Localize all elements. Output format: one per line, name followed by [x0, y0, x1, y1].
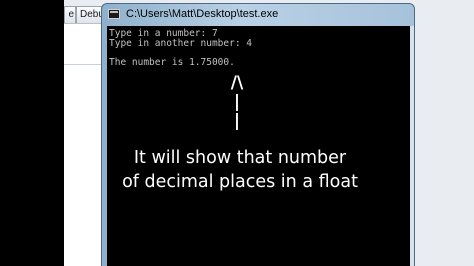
annotation-arrow: /\ | | [220, 74, 254, 131]
console-app-icon[interactable] [108, 9, 120, 19]
output-line-prompt-2: Type in another number: 4 [109, 37, 252, 49]
screenshot: e Debu C:\Users\Matt\Desktop\test.exe Ty… [0, 0, 474, 266]
ide-divider [64, 64, 104, 65]
console-window[interactable]: C:\Users\Matt\Desktop\test.exe Type in a… [101, 3, 415, 266]
output-line-result: The number is 1.75000. [109, 56, 235, 68]
annotation-caption: It will show that number of decimal plac… [90, 146, 390, 194]
caption-line-2: of decimal places in a float [122, 172, 358, 192]
ide-editor-pane [64, 23, 104, 266]
arrow-shaft-upper: | [233, 92, 241, 112]
arrow-shaft-lower: | [233, 111, 241, 131]
console-scrollbar[interactable] [410, 26, 414, 266]
arrow-head: /\ [230, 73, 244, 93]
console-output-text: Type in a number: 7 Type in another numb… [109, 29, 252, 67]
ide-tab-partial[interactable]: e [64, 6, 76, 23]
caption-line-1: It will show that number [133, 148, 347, 168]
console-titlebar[interactable]: C:\Users\Matt\Desktop\test.exe [102, 4, 414, 26]
window-title: C:\Users\Matt\Desktop\test.exe [126, 8, 279, 20]
